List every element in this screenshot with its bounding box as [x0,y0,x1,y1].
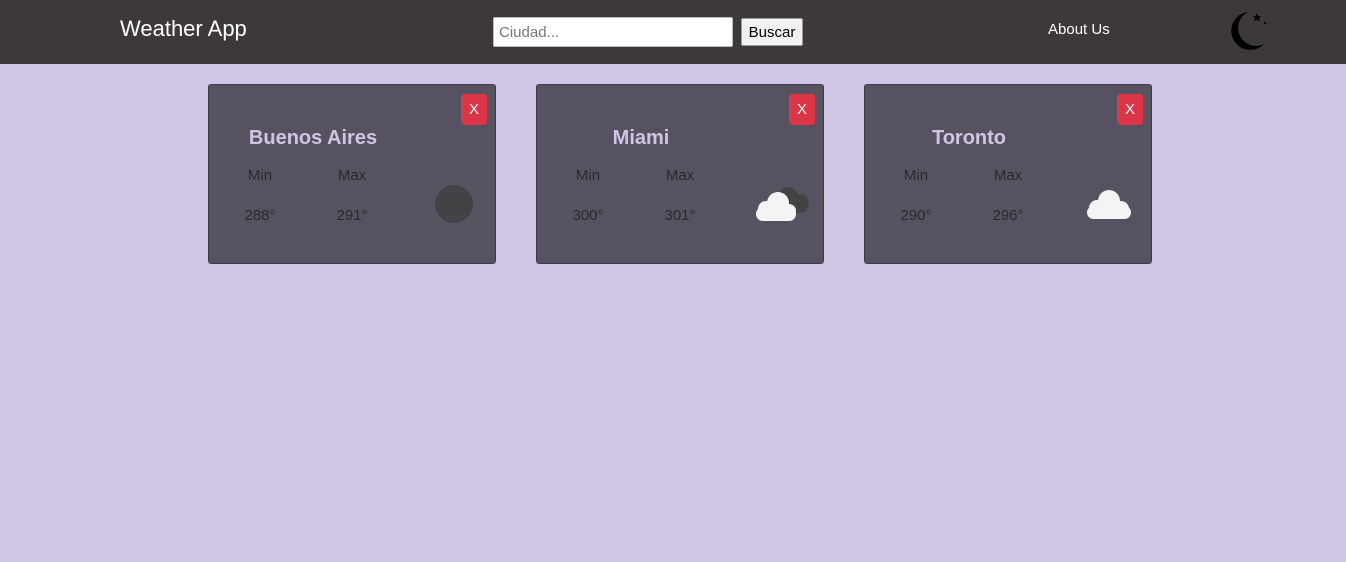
clear-night-icon [435,185,473,223]
weather-card: X Toronto Min Max 290° 296° [864,84,1152,264]
broken-clouds-icon [756,187,809,221]
min-temp: 290° [900,207,932,224]
city-name: Buenos Aires [248,127,378,149]
max-label: Max [665,167,695,184]
min-label: Min [903,167,929,184]
max-label: Max [993,167,1023,184]
navbar: Weather App Buscar About Us [0,0,1346,64]
min-label: Min [247,167,273,184]
max-temp: 296° [992,207,1024,224]
weather-card: X Miami Min Max 300° 301° [536,84,824,264]
city-name: Miami [612,127,670,149]
min-label: Min [575,167,601,184]
close-card-button[interactable]: X [1117,94,1143,125]
app-title: Weather App [120,16,247,41]
max-temp: 301° [664,207,696,224]
min-temp: 300° [572,207,604,224]
few-clouds-icon [1087,190,1131,219]
about-us-link[interactable]: About Us [1048,21,1110,39]
close-card-button[interactable]: X [789,94,815,125]
min-temp: 288° [244,207,276,224]
city-name: Toronto [931,127,1007,149]
close-card-button[interactable]: X [461,94,487,125]
weather-card: X Buenos Aires Min Max 288° 291° [208,84,496,264]
search-button[interactable]: Buscar [741,18,803,46]
max-label: Max [337,167,367,184]
max-temp: 291° [336,207,368,224]
moon-stars-icon[interactable] [1226,8,1272,52]
city-search-input[interactable] [493,17,733,47]
